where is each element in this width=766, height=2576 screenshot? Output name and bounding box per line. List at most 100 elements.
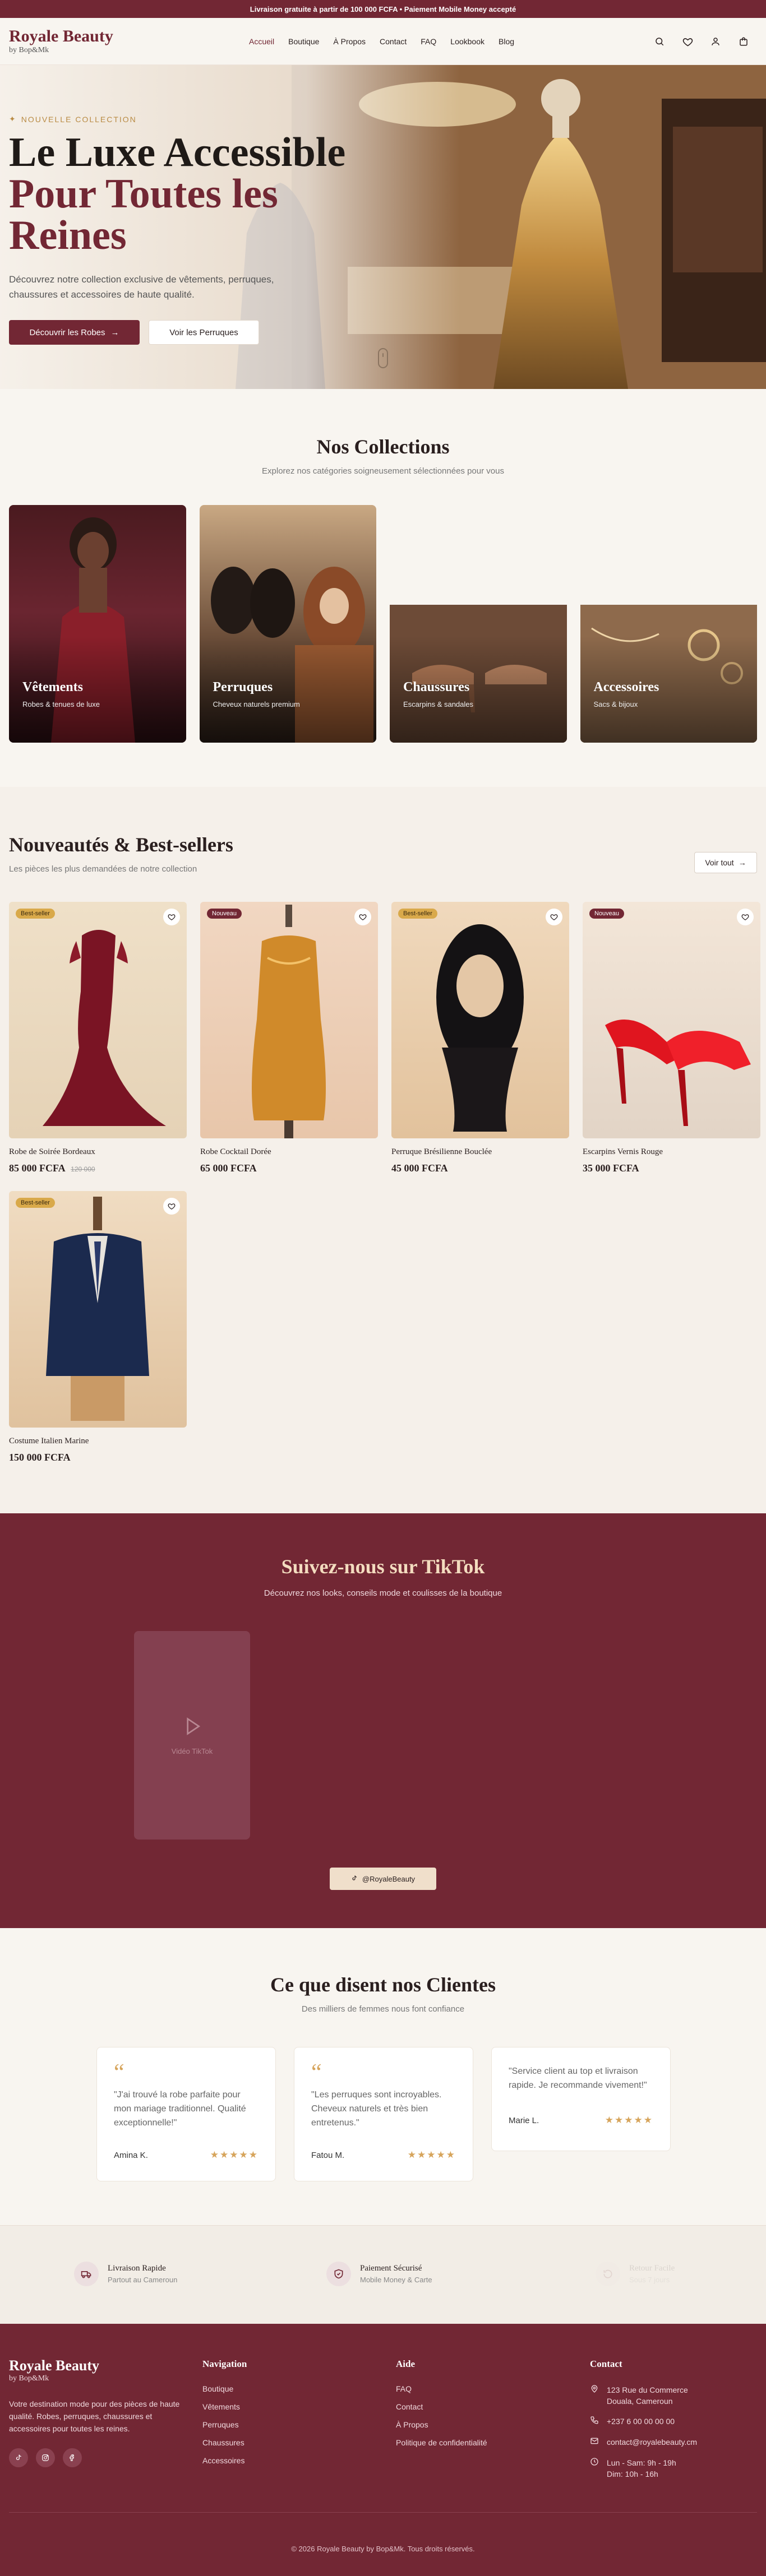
products-section: Nouveautés & Best-sellers Les pièces les… — [0, 787, 766, 1513]
see-wigs-button[interactable]: Voir les Perruques — [149, 320, 259, 345]
product-image-art — [605, 1020, 751, 1126]
bag-icon[interactable] — [738, 36, 749, 47]
search-icon[interactable] — [654, 36, 665, 47]
footer-link-faq[interactable]: FAQ — [396, 2384, 487, 2393]
testimonial-footer: Marie L. ★★★★★ — [509, 2115, 653, 2126]
product-card[interactable]: Nouveau Escarpins Vernis Rouge 35 000 FC… — [583, 902, 760, 1174]
collection-desc: Escarpins & sandales — [403, 700, 474, 708]
hero-tag: ✦ NOUVELLE COLLECTION — [9, 114, 323, 124]
sparkle-icon: ✦ — [9, 114, 17, 123]
address-line2: Douala, Cameroun — [607, 2397, 673, 2406]
facebook-icon[interactable] — [63, 2448, 82, 2467]
scroll-indicator[interactable] — [378, 348, 388, 368]
hero-title-line2: Pour Toutes les — [9, 171, 278, 217]
product-name[interactable]: Costume Italien Marine — [9, 1437, 187, 1446]
footer-link-contact[interactable]: Contact — [396, 2402, 487, 2411]
nav-lookbook[interactable]: Lookbook — [450, 37, 484, 46]
collection-card-chaussures[interactable]: Chaussures Escarpins & sandales — [390, 505, 567, 743]
products-grid: Best-seller Robe de Soirée Bordeaux 85 0… — [9, 902, 760, 1463]
footer-link-vetements[interactable]: Vêtements — [202, 2402, 247, 2411]
tiktok-subtitle: Découvrez nos looks, conseils mode et co… — [264, 1588, 502, 1598]
contact-phone[interactable]: +237 6 00 00 00 00 — [590, 2416, 697, 2427]
brand-subtitle: by Bop&Mk — [9, 45, 49, 54]
footer-brand-col: Royale Beauty by Bop&Mk Votre destinatio… — [9, 2359, 188, 2467]
wishlist-heart-icon[interactable] — [546, 909, 562, 925]
product-card[interactable]: Best-seller Costume Italien Marine 150 0… — [9, 1191, 187, 1463]
brand-title: Royale Beauty — [9, 26, 113, 45]
quote-icon: “ — [311, 2060, 322, 2086]
feature-delivery: Livraison Rapide Partout au Cameroun — [74, 2262, 177, 2286]
nav-a-propos[interactable]: À Propos — [333, 37, 366, 46]
footer-link-boutique[interactable]: Boutique — [202, 2384, 247, 2393]
collections-subtitle: Explorez nos catégories soigneusement sé… — [262, 466, 504, 476]
phone-number: +237 6 00 00 00 00 — [607, 2417, 675, 2426]
product-badge: Best-seller — [16, 909, 55, 919]
product-image[interactable]: Nouveau — [200, 902, 378, 1138]
collection-card-accessoires[interactable]: Accessoires Sacs & bijoux — [580, 505, 757, 743]
brand-logo[interactable]: Royale Beauty by Bop&Mk — [9, 26, 113, 55]
testimonial-footer: Amina K. ★★★★★ — [114, 2149, 259, 2161]
product-image[interactable]: Best-seller — [391, 902, 569, 1138]
testimonial-text: "Service client au top et livraison rapi… — [509, 2067, 647, 2090]
video-label: Vidéo TikTok — [171, 1747, 213, 1755]
features-strip: Livraison Rapide Partout au Cameroun Pai… — [0, 2225, 766, 2324]
hero-buttons: Découvrir les Robes → Voir les Perruques — [9, 320, 323, 345]
promo-banner-text: Livraison gratuite à partir de 100 000 F… — [250, 4, 516, 13]
discover-dresses-button[interactable]: Découvrir les Robes → — [9, 320, 140, 345]
feature-subtitle: Partout au Cameroun — [108, 2276, 178, 2284]
wishlist-heart-icon[interactable] — [354, 909, 371, 925]
testimonial-text: "Les perruques sont incroyables. Cheveux… — [311, 2090, 442, 2128]
product-image[interactable]: Best-seller — [9, 902, 187, 1138]
footer-link-privacy[interactable]: Politique de confidentialité — [396, 2438, 487, 2447]
product-card[interactable]: Nouveau Robe Cocktail Dorée 65 000 FCFA — [200, 902, 378, 1174]
footer-link-accessoires[interactable]: Accessoires — [202, 2456, 247, 2465]
tiktok-icon[interactable] — [9, 2448, 28, 2467]
collection-card-perruques[interactable]: Perruques Cheveux naturels premium — [199, 505, 376, 743]
wishlist-heart-icon[interactable] — [737, 909, 754, 925]
product-price-value: 85 000 FCFA — [9, 1162, 65, 1174]
nav-boutique[interactable]: Boutique — [288, 37, 319, 46]
testimonials-section: Ce que disent nos Clientes Des milliers … — [0, 1928, 766, 2225]
contact-email[interactable]: contact@royalebeauty.cm — [590, 2436, 697, 2448]
product-image[interactable]: Nouveau — [583, 902, 760, 1138]
footer-help-title: Aide — [396, 2359, 415, 2369]
tiktok-video-placeholder[interactable]: Vidéo TikTok — [134, 1631, 250, 1840]
footer-nav-links: Boutique Vêtements Perruques Chaussures … — [202, 2384, 247, 2465]
nav-accueil[interactable]: Accueil — [249, 37, 274, 46]
promo-banner: Livraison gratuite à partir de 100 000 F… — [0, 0, 766, 18]
product-card[interactable]: Best-seller Robe de Soirée Bordeaux 85 0… — [9, 902, 187, 1174]
heart-icon[interactable] — [682, 36, 693, 47]
feature-title: Livraison Rapide — [108, 2264, 166, 2273]
nav-contact[interactable]: Contact — [380, 37, 407, 46]
footer-link-a-propos[interactable]: À Propos — [396, 2420, 487, 2429]
clock-icon — [590, 2457, 600, 2480]
wishlist-heart-icon[interactable] — [163, 909, 180, 925]
shield-icon — [326, 2262, 351, 2286]
instagram-icon[interactable] — [36, 2448, 55, 2467]
tiktok-follow-button[interactable]: @RoyaleBeauty — [330, 1868, 436, 1890]
product-image[interactable]: Best-seller — [9, 1191, 187, 1428]
footer-brand[interactable]: Royale Beauty — [9, 2359, 188, 2373]
user-icon[interactable] — [710, 36, 721, 47]
email-address: contact@royalebeauty.cm — [607, 2438, 698, 2447]
nav-faq[interactable]: FAQ — [421, 37, 436, 46]
collection-card-vetements[interactable]: Vêtements Robes & tenues de luxe — [9, 505, 186, 743]
wishlist-heart-icon[interactable] — [163, 1198, 180, 1215]
testimonials-list: “ "J'ai trouvé la robe parfaite pour mon… — [96, 2047, 671, 2181]
testimonial-author: Marie L. — [509, 2115, 539, 2125]
collections-grid: Vêtements Robes & tenues de luxe Perruqu… — [0, 505, 766, 743]
hours-line1: Lun - Sam: 9h - 19h — [607, 2458, 676, 2467]
footer-link-chaussures[interactable]: Chaussures — [202, 2438, 247, 2447]
nav-blog[interactable]: Blog — [499, 37, 514, 46]
product-card[interactable]: Best-seller Perruque Brésilienne Bouclée… — [391, 902, 569, 1174]
product-name[interactable]: Perruque Brésilienne Bouclée — [391, 1147, 569, 1157]
product-name[interactable]: Robe de Soirée Bordeaux — [9, 1147, 187, 1157]
tiktok-handle: @RoyaleBeauty — [362, 1874, 416, 1883]
tiktok-title: Suivez-nous sur TikTok — [281, 1555, 485, 1578]
see-all-button[interactable]: Voir tout → — [694, 852, 757, 873]
product-name[interactable]: Escarpins Vernis Rouge — [583, 1147, 760, 1157]
arrow-right-icon: → — [110, 327, 119, 337]
tiktok-section: Suivez-nous sur TikTok Découvrez nos loo… — [0, 1513, 766, 1928]
footer-link-perruques[interactable]: Perruques — [202, 2420, 247, 2429]
product-name[interactable]: Robe Cocktail Dorée — [200, 1147, 378, 1157]
